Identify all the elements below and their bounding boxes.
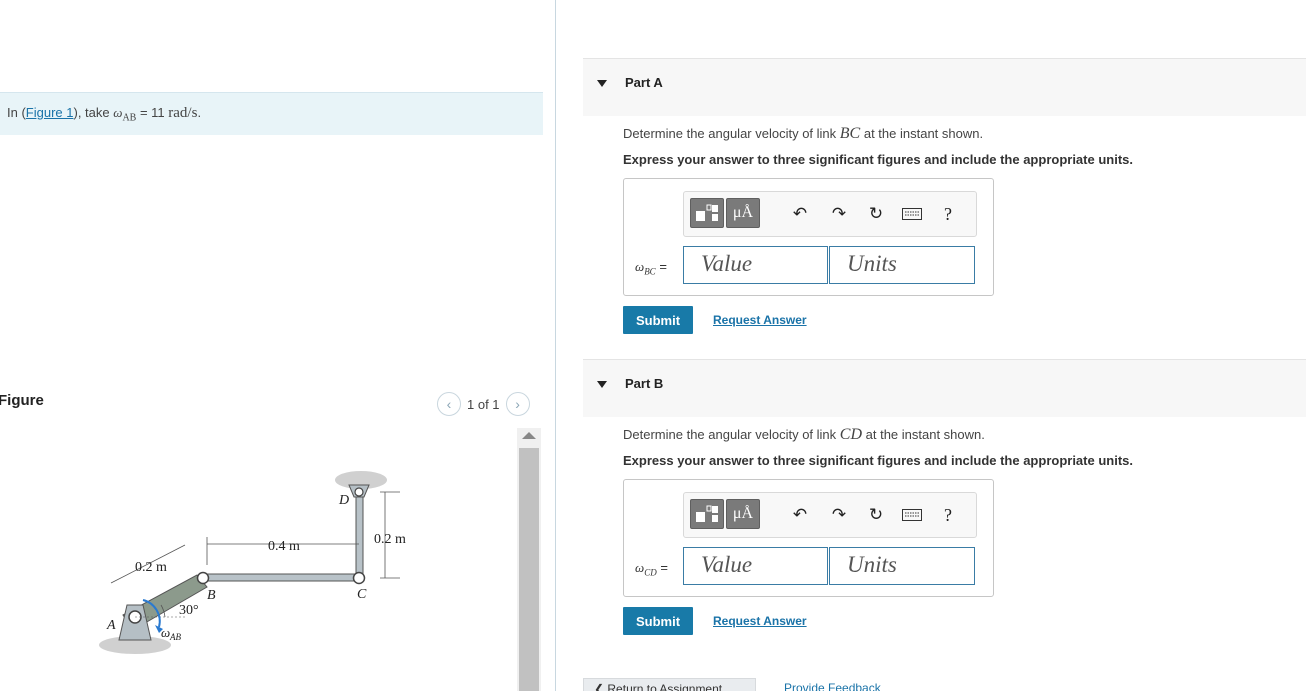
link-bc (201, 573, 361, 582)
caret-down-icon (597, 80, 607, 87)
left-panel: In (Figure 1), take ωAB = 11 rad/s. Figu… (0, 0, 556, 691)
math-toolbar: μÅ ↶ ↷ ↻ ? (683, 492, 977, 538)
problem-statement: In (Figure 1), take ωAB = 11 rad/s. (0, 92, 543, 135)
label-omega-ab: ω (161, 625, 170, 640)
caret-down-icon (597, 381, 607, 388)
provide-feedback-link[interactable]: Provide Feedback (784, 681, 881, 691)
label-omega-ab-sub: AB (169, 632, 181, 642)
label-c: C (357, 587, 367, 602)
var-symbol: ω (635, 560, 645, 575)
chevron-right-icon: › (515, 396, 520, 412)
templates-button[interactable] (690, 499, 724, 529)
part-a-answer-box: μÅ ↶ ↷ ↻ ? ωBC = Value Units (623, 178, 994, 296)
pager-text: 1 of 1 (467, 396, 500, 412)
problem-unit: rad/s (168, 105, 198, 121)
pin-d (354, 487, 364, 497)
units-input[interactable]: Units (829, 547, 975, 585)
redo-icon[interactable]: ↷ (827, 204, 851, 224)
part-a-title: Part A (625, 75, 663, 90)
omega-subscript: AB (122, 112, 137, 124)
figure-pager: ‹ 1 of 1 › (437, 392, 530, 416)
var-subscript: BC (644, 266, 656, 277)
link-name: CD (839, 426, 863, 443)
var-equals: = (655, 259, 667, 274)
link-name: BC (839, 125, 861, 142)
undo-icon[interactable]: ↶ (788, 204, 812, 224)
part-a-question: Determine the angular velocity of link B… (623, 125, 983, 143)
scroll-up-arrow-icon[interactable] (522, 432, 536, 439)
part-a-request-answer-link[interactable]: Request Answer (713, 313, 807, 327)
keyboard-icon[interactable] (900, 505, 924, 525)
part-b-request-answer-link[interactable]: Request Answer (713, 614, 807, 628)
figure-scrollbar[interactable] (517, 428, 541, 691)
label-b: B (207, 588, 216, 603)
fraction-template-icon (696, 204, 718, 221)
question-prefix: Determine the angular velocity of link (623, 126, 840, 141)
part-b-instruction: Express your answer to three significant… (623, 453, 1133, 468)
part-b-question: Determine the angular velocity of link C… (623, 426, 985, 444)
figure-link[interactable]: Figure 1 (26, 105, 74, 120)
question-prefix: Determine the angular velocity of link (623, 427, 840, 442)
label-d: D (338, 493, 349, 508)
units-button[interactable]: μÅ (726, 499, 760, 529)
var-subscript: CD (644, 567, 657, 578)
label-angle: 30° (179, 603, 199, 618)
value-input[interactable]: Value (683, 246, 828, 284)
chevron-left-icon: ‹ (446, 396, 452, 412)
redo-icon[interactable]: ↷ (827, 505, 851, 525)
question-suffix: at the instant shown. (860, 126, 984, 141)
reset-icon[interactable]: ↻ (864, 204, 888, 224)
part-b-header[interactable]: Part B (583, 359, 1306, 417)
problem-suffix: . (197, 105, 202, 120)
link-cd (355, 492, 364, 579)
label-dim-04: 0.4 m (268, 539, 300, 554)
part-a-header[interactable]: Part A (583, 58, 1306, 116)
undo-icon[interactable]: ↶ (788, 505, 812, 525)
scroll-thumb[interactable] (519, 448, 539, 691)
part-a-submit-button[interactable]: Submit (623, 306, 693, 334)
math-toolbar: μÅ ↶ ↷ ↻ ? (683, 191, 977, 237)
reset-icon[interactable]: ↻ (864, 505, 888, 525)
var-symbol: ω (635, 259, 645, 274)
variable-label: ωCD = (635, 560, 668, 578)
mechanism-figure: D 0.2 m 0.4 m 0.2 m B C A 30° ω AB (99, 471, 406, 654)
help-button[interactable]: ? (936, 204, 960, 224)
label-a: A (106, 618, 116, 633)
next-figure-button[interactable]: › (505, 392, 530, 416)
prev-figure-button[interactable]: ‹ (437, 392, 461, 416)
label-dim-02-left: 0.2 m (135, 560, 167, 575)
figure-title: Figure (0, 392, 44, 409)
keyboard-icon[interactable] (900, 204, 924, 224)
pin-b (196, 571, 210, 585)
part-b-submit-button[interactable]: Submit (623, 607, 693, 635)
units-button[interactable]: μÅ (726, 198, 760, 228)
help-button[interactable]: ? (936, 505, 960, 525)
label-dim-02-top: 0.2 m (374, 532, 406, 547)
pin-c (352, 571, 366, 585)
problem-text-mid: ), take (73, 105, 114, 120)
right-panel: Part A Determine the angular velocity of… (556, 0, 1306, 691)
problem-text-prefix: In ( (7, 105, 26, 120)
value-input[interactable]: Value (683, 547, 828, 585)
var-equals: = (656, 560, 668, 575)
part-a-instruction: Express your answer to three significant… (623, 152, 1133, 167)
problem-value: = 11 (136, 105, 169, 120)
return-to-assignment-button[interactable]: ❮ Return to Assignment (583, 678, 756, 691)
variable-label: ωBC = (635, 259, 667, 277)
part-b-title: Part B (625, 376, 664, 391)
part-b-answer-box: μÅ ↶ ↷ ↻ ? ωCD = Value Units (623, 479, 994, 597)
units-input[interactable]: Units (829, 246, 975, 284)
question-suffix: at the instant shown. (862, 427, 985, 442)
templates-button[interactable] (690, 198, 724, 228)
fraction-template-icon (696, 505, 718, 522)
